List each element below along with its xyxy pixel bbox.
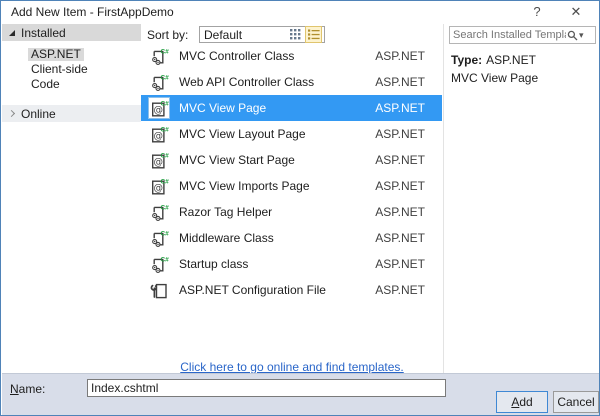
template-category: ASP.NET — [375, 205, 425, 219]
svg-text:C#: C# — [160, 100, 169, 107]
template-row[interactable]: C# MVC Controller Class ASP.NET — [141, 43, 442, 69]
small-icons-view-button[interactable] — [287, 26, 304, 43]
view-page-icon: @ C# — [149, 150, 169, 170]
template-list: C# MVC Controller Class ASP.NET C# Web AP… — [141, 43, 442, 303]
template-name: Middleware Class — [179, 231, 274, 245]
installed-category-list: ASP.NET Client-side Code — [2, 41, 141, 98]
category-sidebar: Installed ASP.NET Client-side Code Online — [2, 24, 141, 373]
svg-text:C#: C# — [160, 256, 169, 263]
sidebar-group-installed[interactable]: Installed — [2, 24, 141, 41]
template-category: ASP.NET — [375, 127, 425, 141]
search-icon — [567, 30, 578, 40]
type-label: Type: — [451, 53, 483, 67]
template-row[interactable]: C# Middleware Class ASP.NET — [141, 225, 442, 251]
template-name: Startup class — [179, 257, 249, 271]
class-file-icon: C# — [149, 46, 169, 66]
add-new-item-dialog: Add New Item - FirstAppDemo ? ✕ Installe… — [0, 0, 600, 416]
template-row[interactable]: C# Razor Tag Helper ASP.NET — [141, 199, 442, 225]
template-name: MVC View Layout Page — [179, 127, 306, 141]
template-name: Web API Controller Class — [179, 75, 315, 89]
template-row[interactable]: C# Web API Controller Class ASP.NET — [141, 69, 442, 95]
template-name: MVC Controller Class — [179, 49, 295, 63]
template-name: MVC View Page — [179, 101, 267, 115]
template-category: ASP.NET — [375, 101, 425, 115]
close-button[interactable]: ✕ — [566, 4, 586, 20]
template-description: MVC View Page — [451, 71, 539, 85]
template-row[interactable]: ASP.NET Configuration File ASP.NET — [141, 277, 442, 303]
template-category: ASP.NET — [375, 49, 425, 63]
svg-text:C#: C# — [160, 178, 169, 185]
template-type-line: Type: ASP.NET — [451, 53, 536, 67]
sidebar-item-label: ASP.NET — [28, 48, 84, 61]
view-page-icon: @ C# — [149, 124, 169, 144]
template-category: ASP.NET — [375, 75, 425, 89]
name-label: Name: — [10, 382, 46, 396]
search-scope-chevron-icon[interactable]: ▾ — [579, 30, 584, 41]
template-name: Razor Tag Helper — [179, 205, 273, 219]
title-bar: Add New Item - FirstAppDemo ? ✕ — [2, 1, 598, 23]
class-file-icon: C# — [149, 254, 169, 274]
template-category: ASP.NET — [375, 257, 425, 271]
window-title: Add New Item - FirstAppDemo — [11, 5, 174, 19]
list-view-icon — [307, 29, 320, 40]
sidebar-item-client-side[interactable]: Client-side — [2, 62, 141, 77]
sidebar-group-label: Online — [21, 106, 56, 121]
svg-text:C#: C# — [160, 152, 169, 159]
list-toolbar: Sort by: Default ▾ — [141, 24, 443, 44]
template-row[interactable]: @ C# MVC View Layout Page ASP.NET — [141, 121, 442, 147]
details-panel: ▾ Type:ASP.NET MVC View Page — [444, 24, 599, 373]
sidebar-group-online[interactable]: Online — [2, 105, 141, 122]
footer-bar: Name: Add Cancel — [2, 373, 599, 415]
svg-text:C#: C# — [160, 204, 169, 211]
go-online-link[interactable]: Click here to go online and find templat… — [141, 360, 443, 374]
small-icons-grid-icon — [290, 29, 301, 40]
template-name: MVC View Imports Page — [179, 179, 310, 193]
cancel-button[interactable]: Cancel — [553, 391, 599, 413]
template-name: MVC View Start Page — [179, 153, 295, 167]
sidebar-item-label: Client-side — [31, 62, 88, 76]
view-page-icon: @ C# — [149, 176, 169, 196]
template-row[interactable]: C# Startup class ASP.NET — [141, 251, 442, 277]
expanded-triangle-icon — [9, 29, 15, 36]
svg-text:C#: C# — [160, 230, 169, 237]
name-input[interactable] — [87, 379, 446, 397]
svg-text:C#: C# — [160, 74, 169, 81]
svg-text:C#: C# — [160, 48, 169, 55]
sort-by-label: Sort by: — [147, 28, 189, 42]
search-box[interactable]: ▾ — [449, 26, 596, 44]
sidebar-item-code[interactable]: Code — [2, 77, 141, 92]
template-row[interactable]: @ C# MVC View Start Page ASP.NET — [141, 147, 442, 173]
search-input[interactable] — [450, 28, 566, 42]
class-file-icon: C# — [149, 228, 169, 248]
view-page-icon: @ C# — [149, 98, 169, 118]
template-category: ASP.NET — [375, 283, 425, 297]
template-category: ASP.NET — [375, 231, 425, 245]
template-row[interactable]: @ C# MVC View Page ASP.NET — [141, 95, 442, 121]
list-view-button[interactable] — [305, 26, 322, 43]
template-list-panel: Sort by: Default ▾ — [141, 24, 444, 374]
sort-by-value: Default — [204, 28, 243, 42]
help-button[interactable]: ? — [528, 4, 546, 19]
add-button[interactable]: Add — [496, 391, 548, 413]
svg-text:C#: C# — [160, 126, 169, 133]
sidebar-item-asp-net[interactable]: ASP.NET — [2, 47, 141, 62]
template-name: ASP.NET Configuration File — [179, 283, 326, 297]
type-value: ASP.NET — [486, 53, 536, 67]
template-category: ASP.NET — [375, 179, 425, 193]
config-file-icon — [149, 280, 169, 300]
class-file-icon: C# — [149, 72, 169, 92]
template-category: ASP.NET — [375, 153, 425, 167]
template-row[interactable]: @ C# MVC View Imports Page ASP.NET — [141, 173, 442, 199]
collapsed-triangle-icon — [7, 109, 16, 118]
sidebar-group-label: Installed — [21, 25, 66, 40]
class-file-icon: C# — [149, 202, 169, 222]
sidebar-item-label: Code — [31, 77, 60, 91]
